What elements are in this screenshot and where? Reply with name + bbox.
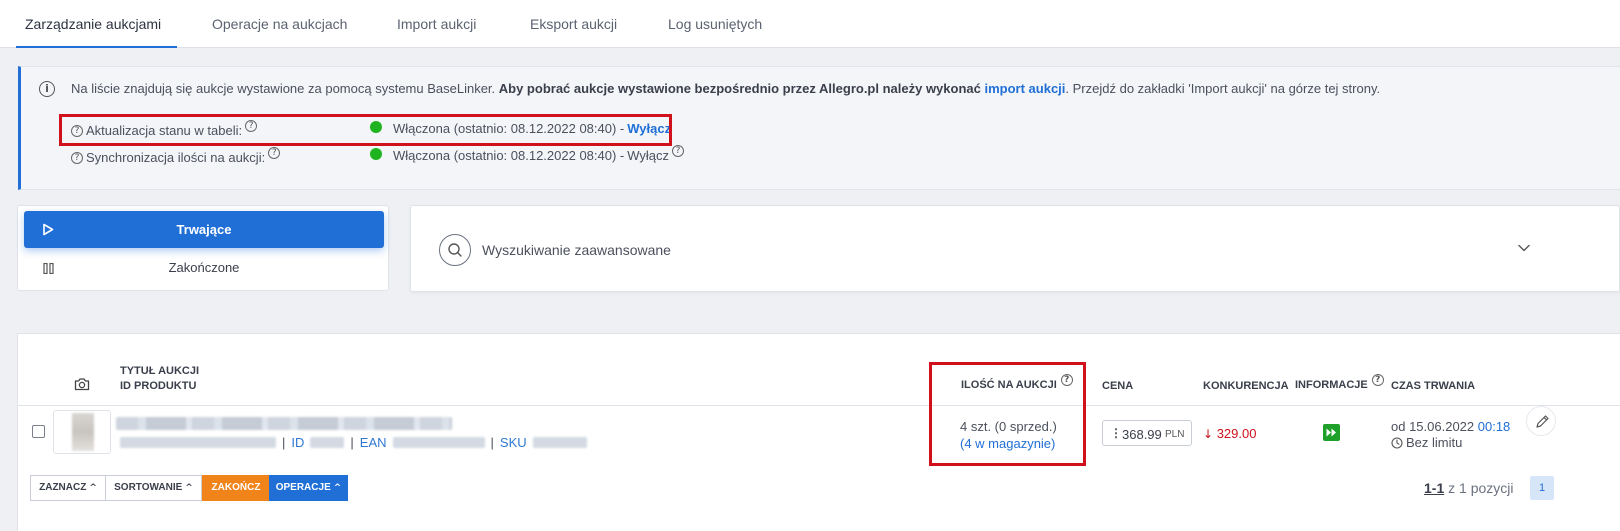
arrow-down-icon: ↓ [1203, 427, 1214, 441]
blurred-auction-title[interactable] [116, 417, 452, 430]
ended-auctions-button[interactable]: Zakończone [24, 254, 384, 282]
pagination-total: z 1 pozycji [1444, 480, 1514, 496]
competition-price: ↓ 329.00 [1203, 426, 1256, 441]
drag-handle-icon[interactable]: ⋮ [1110, 426, 1122, 440]
advanced-search-label: Wyszukiwanie zaawansowane [482, 242, 671, 258]
tab-import-aukcji[interactable]: Import aukcji [397, 16, 476, 32]
help-icon[interactable]: ? [672, 144, 685, 157]
chevron-up-icon: ^ [333, 483, 342, 493]
status-dot-active [370, 148, 382, 160]
blurred-product-id [120, 437, 276, 448]
info-text-intro: Na liście znajdują się aukcje wystawione… [71, 81, 499, 96]
blurred-ean [392, 437, 485, 448]
search-icon [448, 243, 462, 257]
end-auction-button[interactable]: Zakończ [202, 475, 270, 501]
sort-dropdown-button[interactable]: Sortowanie ^ [105, 475, 202, 501]
header-product-id[interactable]: ID produktu [120, 379, 196, 393]
pagination-range[interactable]: 1-1 [1424, 480, 1444, 496]
auctions-table: Tytuł aukcji ID produktu Ilość na aukcji… [17, 333, 1620, 531]
info-message: Na liście znajdują się aukcje wystawione… [71, 81, 1380, 96]
ended-auctions-label: Zakończone [168, 260, 240, 275]
help-icon[interactable]: ? [268, 146, 281, 159]
tab-log-usunietych[interactable]: Log usuniętych [668, 16, 762, 32]
qty-sync-status-text: Włączona (ostatnio: 08.12.2022 08:40) - [393, 148, 625, 163]
active-auctions-button[interactable]: Trwające [24, 211, 384, 248]
header-info-label: Informacje [1295, 379, 1368, 391]
meta-sku-label: SKU [499, 435, 527, 450]
highlight-box [929, 362, 1086, 466]
duration-cell: od 15.06.2022 00:18 Bez limitu [1391, 419, 1510, 451]
competition-value: 329.00 [1216, 426, 1257, 441]
play-icon [43, 223, 54, 236]
top-tabs: Zarządzanie aukcjami Operacje na aukcjac… [0, 0, 1620, 48]
active-auctions-label: Trwające [176, 222, 232, 237]
header-title[interactable]: Tytuł aukcji [120, 364, 199, 378]
chevron-up-icon: ^ [89, 483, 97, 493]
header-competition[interactable]: Konkurencja [1203, 379, 1289, 393]
help-icon[interactable]: ? [71, 151, 83, 164]
clock-icon [1391, 437, 1403, 449]
fast-forward-icon[interactable] [1323, 424, 1340, 441]
price-field[interactable]: ⋮ 368.99 PLN [1102, 420, 1192, 446]
select-dropdown-button[interactable]: Zaznacz ^ [30, 475, 106, 501]
page-button-1[interactable]: 1 [1530, 476, 1554, 500]
chevron-up-icon: ^ [185, 483, 193, 493]
blurred-sku [532, 437, 587, 448]
tab-operacje-na-aukcjach[interactable]: Operacje na aukcjach [212, 16, 347, 32]
tab-eksport-aukcji[interactable]: Eksport aukcji [530, 16, 617, 32]
active-tab-indicator [16, 46, 177, 48]
operations-label: Operacje [275, 482, 331, 493]
meta-id-label: ID [291, 435, 305, 450]
qty-sync-label-text: Synchronizacja ilości na aukcji: [86, 150, 266, 165]
search-icon-wrapper [439, 234, 471, 266]
pagination-info: 1-1 z 1 pozycji [1424, 480, 1513, 496]
chevron-down-icon[interactable] [1517, 243, 1531, 253]
product-thumbnail[interactable] [53, 410, 111, 454]
meta-ean-label: EAN [359, 435, 387, 450]
price-value: 368.99 [1122, 427, 1162, 442]
pause-icon [43, 263, 54, 274]
header-divider [18, 405, 1620, 406]
pencil-icon [1536, 415, 1549, 428]
sort-label: Sortowanie [114, 482, 183, 493]
select-label: Zaznacz [39, 482, 87, 493]
tab-zarzadzanie-aukcjami[interactable]: Zarządzanie aukcjami [25, 16, 161, 32]
info-text-tail: . Przejdź do zakładki 'Import aukcji' na… [1065, 81, 1381, 96]
operations-dropdown-button[interactable]: Operacje ^ [269, 475, 348, 501]
camera-icon [74, 378, 90, 391]
blurred-image [72, 413, 94, 451]
duration-time[interactable]: 00:18 [1478, 419, 1511, 434]
info-icon: i [39, 81, 55, 97]
advanced-search-panel[interactable]: Wyszukiwanie zaawansowane [410, 205, 1620, 292]
header-duration[interactable]: Czas trwania [1391, 379, 1475, 393]
header-price[interactable]: Cena [1102, 379, 1133, 393]
price-currency: PLN [1165, 429, 1185, 440]
import-link[interactable]: import aukcji [984, 81, 1065, 96]
duration-start: od 15.06.2022 [1391, 419, 1478, 434]
blurred-id [310, 437, 345, 448]
info-text-bold: Aby pobrać aukcje wystawione bezpośredni… [498, 81, 985, 96]
qty-sync-disable-link[interactable]: Wyłącz [627, 148, 669, 163]
header-info[interactable]: Informacje ? [1295, 374, 1384, 392]
duration-limit: Bez limitu [1406, 435, 1463, 450]
status-filter-panel: Trwające Zakończone [17, 205, 389, 291]
qty-sync-label: ? Synchronizacja ilości na aukcji: ? [71, 146, 281, 165]
info-panel: i Na liście znajdują się aukcje wystawio… [18, 66, 1620, 190]
help-icon[interactable]: ? [1371, 374, 1384, 386]
product-meta: | ID | EAN | SKU [120, 435, 587, 450]
highlight-box [59, 114, 672, 146]
qty-sync-status: Włączona (ostatnio: 08.12.2022 08:40) - … [393, 144, 685, 163]
edit-button[interactable] [1526, 406, 1556, 436]
row-checkbox[interactable] [32, 425, 45, 438]
